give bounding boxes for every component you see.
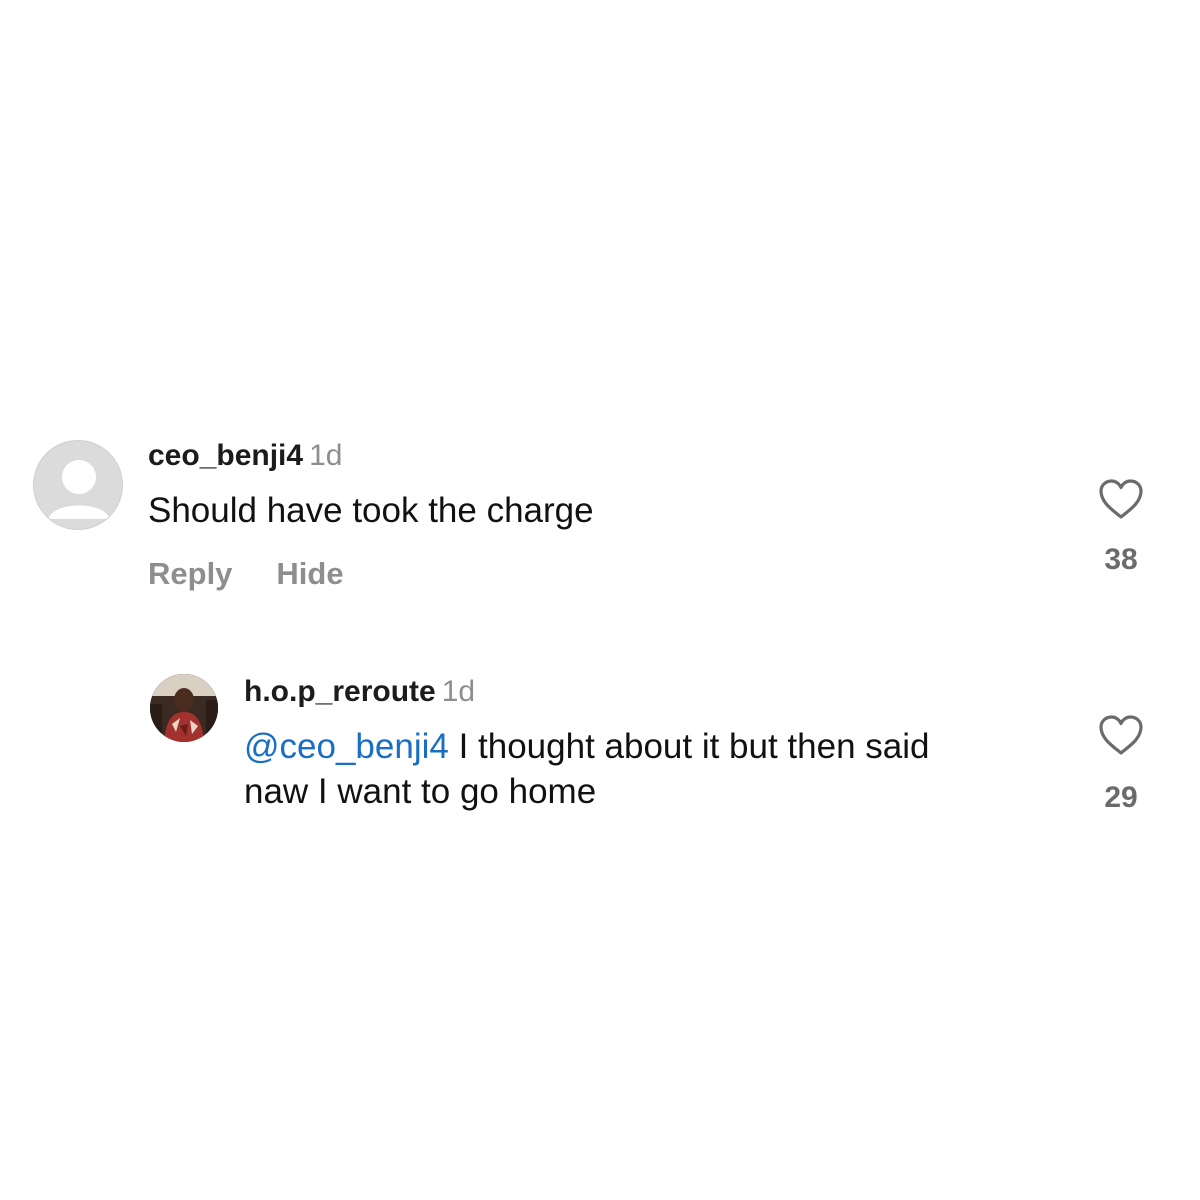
avatar[interactable] — [150, 674, 218, 742]
like-count: 29 — [1104, 781, 1138, 814]
username[interactable]: h.o.p_reroute — [244, 675, 436, 708]
comment-text-line2: naw I want to go home — [244, 772, 597, 811]
comment-text: @ceo_benji4 I thought about it but then … — [244, 724, 1074, 814]
mention-link[interactable]: @ceo_benji4 — [244, 727, 449, 766]
comment-text: Should have took the charge — [148, 491, 594, 530]
username[interactable]: ceo_benji4 — [148, 439, 303, 472]
default-avatar-icon — [34, 441, 122, 529]
user-photo — [150, 674, 218, 742]
reply-button[interactable]: Reply — [148, 556, 232, 591]
comment: ceo_benji4 1d Should have took the charge… — [0, 436, 1200, 606]
timestamp: 1d — [309, 439, 343, 472]
heart-icon[interactable] — [1098, 714, 1144, 756]
comment-header: ceo_benji4 1d — [148, 438, 342, 474]
like-control: 29 — [1091, 714, 1151, 816]
comment-text-line1: I thought about it but then said — [448, 727, 930, 766]
comment-header: h.o.p_reroute 1d — [244, 674, 475, 710]
reply-comment: h.o.p_reroute 1d @ceo_benji4 I thought ab… — [0, 672, 1200, 822]
comment-actions: Reply Hide — [148, 556, 344, 592]
timestamp: 1d — [441, 675, 476, 708]
heart-icon[interactable] — [1098, 478, 1144, 520]
like-control: 38 — [1091, 478, 1151, 578]
hide-button[interactable]: Hide — [276, 556, 343, 591]
avatar[interactable] — [33, 440, 123, 530]
like-count: 38 — [1104, 543, 1138, 576]
